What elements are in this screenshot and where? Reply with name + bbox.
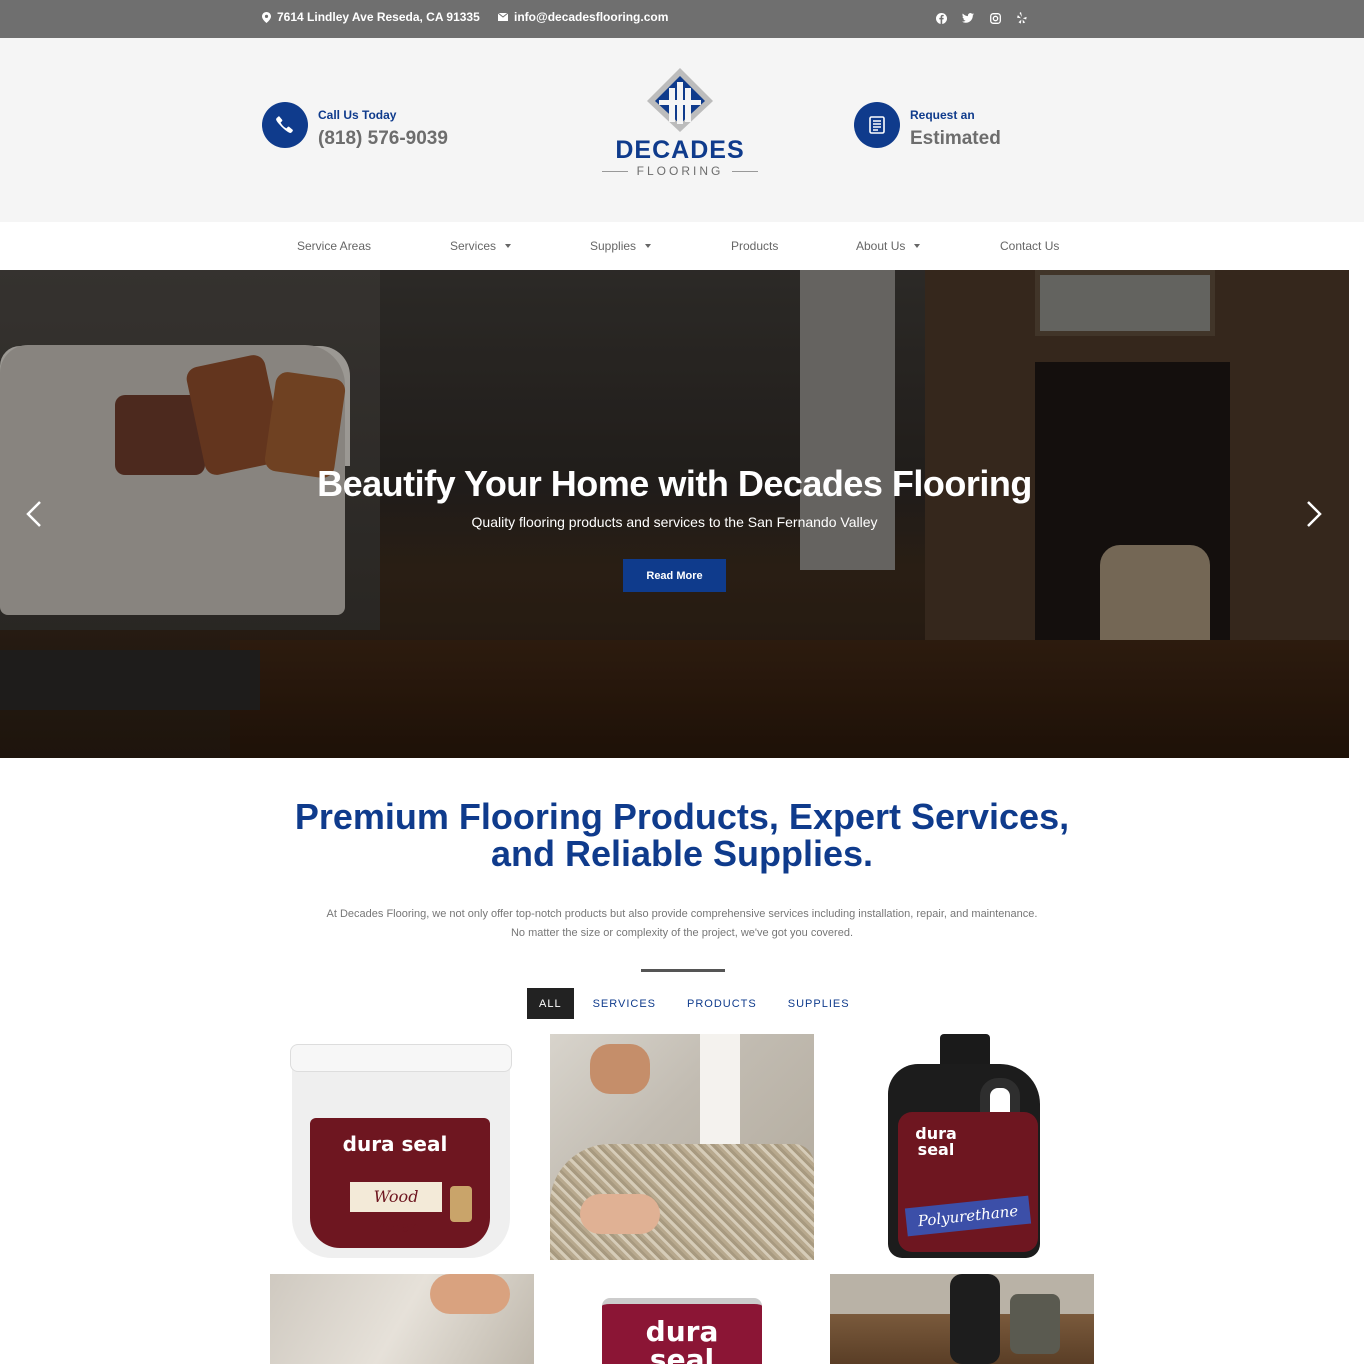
section-title: Premium Flooring Products, Expert Servic… (180, 798, 1184, 872)
social-links (934, 11, 1029, 25)
chevron-left-icon[interactable] (22, 499, 46, 529)
estimate-link[interactable]: Estimated (910, 128, 1001, 150)
twitter-icon[interactable] (961, 11, 975, 25)
section-title-line: and Reliable Supplies. (490, 833, 874, 874)
phone-number[interactable]: (818) 576-9039 (318, 128, 448, 150)
nav-item-contact-us[interactable]: Contact Us (1000, 239, 1059, 253)
logo-name: DECADES (615, 136, 745, 164)
nav-item-about-us[interactable]: About Us (856, 239, 921, 253)
yelp-icon[interactable] (1015, 11, 1029, 25)
portfolio-item-floor-sanding[interactable] (830, 1274, 1094, 1364)
worker-image (950, 1274, 1000, 1364)
top-bar: 7614 Lindley Ave Reseda, CA 91335 info@d… (0, 0, 1364, 38)
estimate-form-icon[interactable] (854, 102, 900, 148)
section-text-line: No matter the size or complexity of the … (510, 927, 854, 939)
caret-down-icon (914, 244, 921, 248)
bottle-brand: dura seal (915, 1124, 957, 1159)
site-logo[interactable]: DECADES FLOORING (598, 66, 762, 181)
hand-image (590, 1044, 650, 1094)
email-link[interactable]: info@decadesflooring.com (498, 10, 668, 24)
nav-item-label: Contact Us (1000, 239, 1060, 253)
nav-item-supplies[interactable]: Supplies (590, 239, 652, 253)
portfolio-filters: ALL SERVICES PRODUCTS SUPPLIES (527, 988, 869, 1019)
caret-down-icon (645, 244, 652, 248)
portfolio-item-stain-can[interactable]: dura seal (550, 1274, 814, 1364)
portfolio-item-floor-install[interactable] (270, 1274, 534, 1364)
nav-item-label: About Us (856, 239, 906, 253)
instagram-icon[interactable] (988, 11, 1002, 25)
bucket-brand: dura seal (342, 1132, 448, 1156)
nav-item-services[interactable]: Services (450, 239, 512, 253)
hand-image (580, 1194, 660, 1234)
logo-subtitle: FLOORING (598, 164, 762, 178)
section-divider (641, 969, 725, 972)
portfolio-item-carpet-install[interactable] (550, 1034, 814, 1260)
nav-item-service-areas[interactable]: Service Areas (297, 239, 371, 253)
logo-mark-icon (647, 68, 713, 132)
facebook-icon[interactable] (934, 11, 948, 25)
section-title-line: Premium Flooring Products, Expert Servic… (294, 796, 1070, 837)
caret-down-icon (505, 244, 512, 248)
nav-item-products[interactable]: Products (731, 239, 778, 253)
email-text: info@decadesflooring.com (514, 10, 669, 24)
call-label: Call Us Today (318, 108, 397, 122)
site-header: Call Us Today (818) 576-9039 DECADES FLO… (0, 38, 1364, 222)
filter-all[interactable]: ALL (527, 988, 574, 1019)
sander-machine (1010, 1294, 1060, 1354)
bucket-lid (290, 1044, 512, 1072)
hand-image (430, 1274, 510, 1314)
estimate-label: Request an (910, 108, 975, 122)
bucket-color-swatch (450, 1186, 472, 1222)
chevron-right-icon[interactable] (1302, 499, 1326, 529)
bucket-product: Wood Filler (350, 1182, 442, 1236)
address: 7614 Lindley Ave Reseda, CA 91335 (262, 10, 480, 24)
nav-item-label: Service Areas (297, 239, 372, 253)
section-text-line: At Decades Flooring, we not only offer t… (326, 908, 1038, 920)
portfolio-item-polyurethane[interactable]: dura seal Polyurethane (830, 1034, 1094, 1260)
nav-item-label: Services (450, 239, 497, 253)
envelope-icon (498, 13, 508, 21)
phone-icon[interactable] (262, 102, 308, 148)
filter-services[interactable]: SERVICES (581, 988, 668, 1019)
hero-subtitle: Quality flooring products and services t… (471, 514, 878, 530)
filter-supplies[interactable]: SUPPLIES (776, 988, 862, 1019)
hero-slider: Beautify Your Home with Decades Flooring… (0, 270, 1349, 758)
address-text: 7614 Lindley Ave Reseda, CA 91335 (277, 10, 480, 24)
nav-item-label: Products (731, 239, 779, 253)
read-more-button[interactable]: Read More (623, 559, 726, 592)
bottle-cap (940, 1034, 990, 1068)
can-brand: dura seal (645, 1315, 719, 1364)
hero-title: Beautify Your Home with Decades Flooring (317, 463, 1032, 504)
main-nav: Service Areas Services Supplies Products… (0, 222, 1364, 270)
section-description: At Decades Flooring, we not only offer t… (230, 905, 1134, 943)
filter-products[interactable]: PRODUCTS (675, 988, 769, 1019)
portfolio-item-wood-filler[interactable]: dura seal Wood Filler (270, 1034, 534, 1260)
map-pin-icon (262, 11, 271, 23)
nav-item-label: Supplies (590, 239, 637, 253)
